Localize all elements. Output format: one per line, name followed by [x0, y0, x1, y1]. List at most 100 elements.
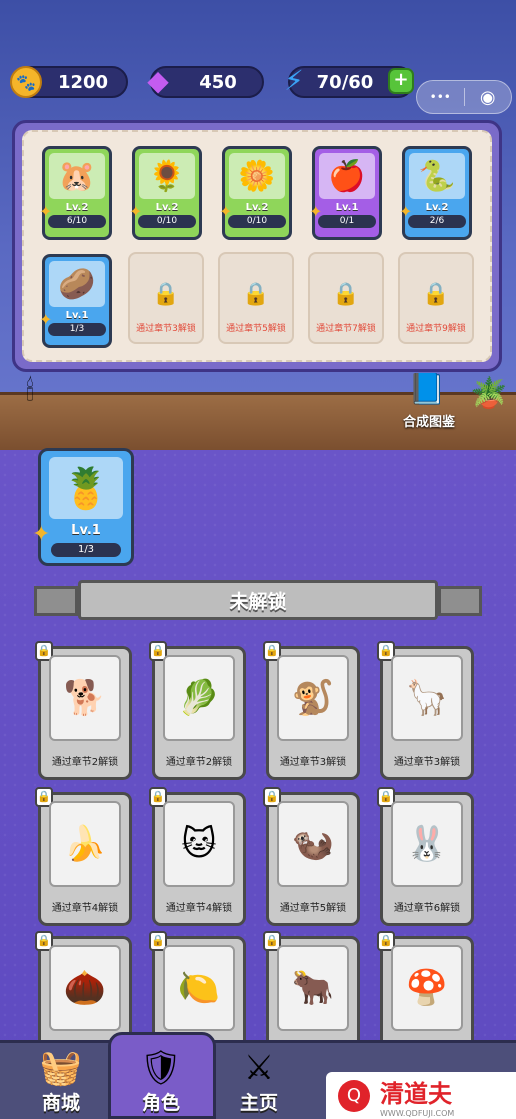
- unlock-hint: 通过章节3解锁: [393, 757, 461, 768]
- bull-icon: 🐂: [277, 945, 349, 1031]
- card-progress: 0/1: [318, 215, 376, 228]
- card-level: Lv.2: [245, 202, 269, 213]
- watermark-url: WWW.QDFUJI.COM: [380, 1108, 455, 1118]
- locked-slot[interactable]: 🔒 通过章节7解锁: [308, 252, 384, 344]
- durian-icon: 🌰: [49, 945, 121, 1031]
- puzzle-piece-icon: ✦: [129, 202, 143, 221]
- card-progress: 6/10: [48, 215, 106, 228]
- locked-slot[interactable]: 🔒 通过章节3解锁: [128, 252, 204, 344]
- unlock-hint: 通过章节6解锁: [393, 903, 461, 914]
- locked-character-card[interactable]: 🔒 🥬 通过章节2解锁: [149, 641, 246, 780]
- hamster-icon: 🐹: [49, 153, 105, 199]
- puzzle-piece-icon: ✦: [309, 202, 323, 221]
- locked-character-card[interactable]: 🔒 🦙 通过章节3解锁: [377, 641, 474, 780]
- radish-icon: 🥬: [163, 655, 235, 741]
- shop-icon: 🧺: [39, 1048, 83, 1088]
- watermark-text: 清道夫: [380, 1079, 452, 1108]
- nav-character-label: 角色: [141, 1092, 180, 1114]
- unlock-hint: 通过章节4解锁: [165, 903, 233, 914]
- card-progress: 2/6: [408, 215, 466, 228]
- swords-icon: ⚔: [243, 1048, 275, 1088]
- nav-shop[interactable]: 🧺 商城: [24, 1048, 98, 1114]
- unlock-hint: 通过章节3解锁: [136, 324, 196, 334]
- potato-icon: 🥔: [49, 261, 105, 307]
- unlock-hint: 通过章节3解锁: [279, 757, 347, 768]
- book-icon[interactable]: 📘: [408, 372, 445, 407]
- energy-value: 70/60: [316, 71, 374, 93]
- gem-icon: ◆: [147, 63, 169, 97]
- locked-character-card[interactable]: 🔒 🐰 通过章节6解锁: [377, 787, 474, 926]
- collection-card[interactable]: 🌻 Lv.2 0/10 ✦: [129, 146, 202, 240]
- locked-character-card[interactable]: 🔒 🐒 通过章节3解锁: [263, 641, 360, 780]
- collection-book-label[interactable]: 合成图鉴: [403, 411, 455, 430]
- mini-program-capsule: ••• ◉: [416, 80, 512, 114]
- locked-character-card[interactable]: 🔒 🦦 通过章节5解锁: [263, 787, 360, 926]
- sunflower-icon: 🌻: [139, 153, 195, 199]
- card-level: Lv.2: [65, 202, 89, 213]
- add-energy-button[interactable]: +: [388, 68, 414, 94]
- banana-icon: 🍌: [49, 801, 121, 887]
- card-level: Lv.2: [155, 202, 179, 213]
- nav-home-label: 主页: [239, 1092, 278, 1114]
- lightning-icon: ⚡: [284, 63, 304, 97]
- unlock-hint: 通过章节2解锁: [165, 757, 233, 768]
- otter-icon: 🦦: [277, 801, 349, 887]
- section-title: 未解锁: [78, 580, 438, 620]
- paw-coin-icon: 🐾: [10, 66, 42, 98]
- daisy-icon: 🌼: [229, 153, 285, 199]
- lemon-icon: 🍋: [163, 945, 235, 1031]
- plant-pot-icon: 🪴: [470, 376, 508, 411]
- lock-icon: 🔒: [152, 282, 180, 307]
- gems-value: 450: [199, 71, 237, 93]
- collection-card[interactable]: 🍎 Lv.1 0/1 ✦: [309, 146, 382, 240]
- section-ribbon: 未解锁: [34, 576, 482, 624]
- watermark-logo-icon: Q: [338, 1079, 370, 1112]
- card-progress: 1/3: [48, 323, 106, 336]
- card-progress: 0/10: [228, 215, 286, 228]
- puzzle-piece-icon: ✦: [219, 202, 233, 221]
- nav-shop-label: 商城: [41, 1092, 80, 1114]
- snake-icon: 🐍: [409, 153, 465, 199]
- ribbon-tail-right: [438, 586, 482, 616]
- rabbit-icon: 🐰: [391, 801, 463, 887]
- card-level: Lv.2: [425, 202, 449, 213]
- candles-icon: 🕯: [26, 374, 34, 407]
- mushroom-icon: 🍄: [391, 945, 463, 1031]
- locked-character-card[interactable]: 🔒 🐱 通过章节4解锁: [149, 787, 246, 926]
- locked-slot[interactable]: 🔒 通过章节9解锁: [398, 252, 474, 344]
- collection-card[interactable]: 🐍 Lv.2 2/6 ✦: [399, 146, 472, 240]
- pineapple-icon: 🍍: [49, 457, 123, 519]
- card-progress: 0/10: [138, 215, 196, 228]
- collection-card[interactable]: 🥔 Lv.1 1/3 ✦: [39, 254, 112, 348]
- collection-card[interactable]: 🐹 Lv.2 6/10 ✦: [39, 146, 112, 240]
- close-button[interactable]: ◉: [464, 87, 511, 108]
- apple-icon: 🍎: [319, 153, 375, 199]
- featured-level: Lv.1: [71, 523, 101, 538]
- lock-icon: 🔒: [422, 282, 450, 307]
- unlock-hint: 通过章节2解锁: [51, 757, 119, 768]
- card-level: Lv.1: [65, 310, 89, 321]
- doberman-icon: 🐕: [49, 655, 121, 741]
- unlock-hint: 通过章节5解锁: [226, 324, 286, 334]
- puzzle-piece-icon: ✦: [39, 202, 53, 221]
- coins-value: 1200: [57, 71, 109, 93]
- unlock-hint: 通过章节7解锁: [316, 324, 376, 334]
- cat-icon: 🐱: [163, 801, 235, 887]
- unlock-hint: 通过章节5解锁: [279, 903, 347, 914]
- lock-icon: 🔒: [332, 282, 360, 307]
- ribbon-tail-left: [34, 586, 78, 616]
- locked-slot[interactable]: 🔒 通过章节5解锁: [218, 252, 294, 344]
- puzzle-piece-icon: ✦: [399, 202, 413, 221]
- card-level: Lv.1: [335, 202, 359, 213]
- featured-progress: 1/3: [51, 543, 121, 557]
- featured-character-card[interactable]: 🍍 Lv.1 1/3: [38, 448, 134, 566]
- nav-character[interactable]: 🛡 角色: [124, 1048, 198, 1114]
- locked-character-card[interactable]: 🔒 🍌 通过章节4解锁: [35, 787, 132, 926]
- locked-character-card[interactable]: 🔒 🐕 通过章节2解锁: [35, 641, 132, 780]
- more-button[interactable]: •••: [417, 90, 464, 104]
- watermark: Q 清道夫 WWW.QDFUJI.COM: [326, 1072, 516, 1119]
- character-shield-icon: 🛡: [139, 1048, 183, 1088]
- collection-card[interactable]: 🌼 Lv.2 0/10 ✦: [219, 146, 292, 240]
- nav-home[interactable]: ⚔ 主页: [222, 1048, 296, 1114]
- alpaca-icon: 🦙: [391, 655, 463, 741]
